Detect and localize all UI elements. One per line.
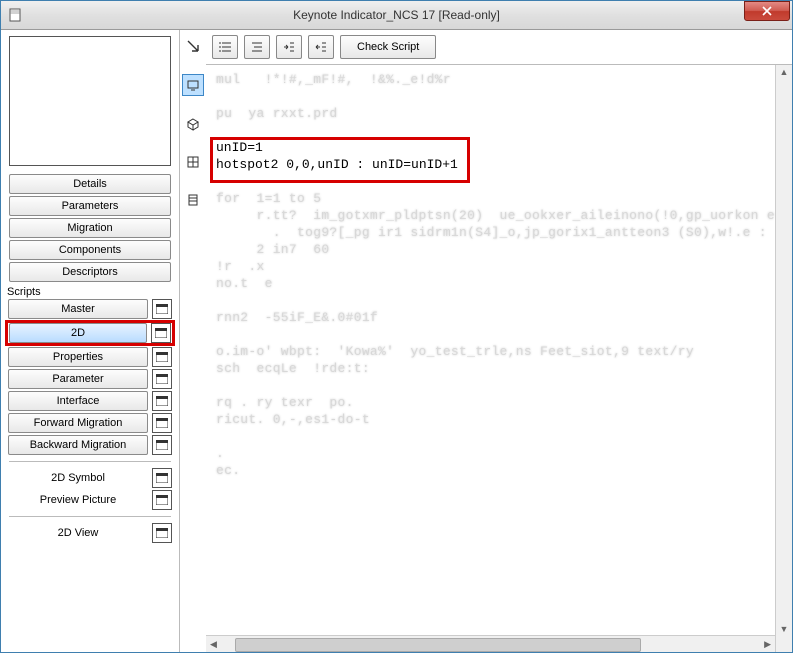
script-row-backward-migration: Backward Migration [1,435,179,455]
scroll-track[interactable] [221,637,760,651]
code-editor[interactable]: mul !*!#,_mF!#, !&%._e!d%r pu ya rxxt.pr… [206,65,792,635]
script-2d-button[interactable]: 2D [9,323,147,343]
open-window-icon[interactable] [152,468,172,488]
window-body: Details Parameters Migration Components … [1,30,792,652]
script-master-button[interactable]: Master [8,299,148,319]
script-row-interface: Interface [1,391,179,411]
code-blur: mul !*!#,_mF!#, !&%._e!d%r [216,72,451,87]
film-icon[interactable] [183,190,203,210]
script-type-strip [180,30,206,652]
scripts-section-label: Scripts [1,284,179,299]
scroll-thumb[interactable] [235,638,641,652]
check-script-button[interactable]: Check Script [340,35,436,59]
open-window-icon[interactable] [152,347,172,367]
view-row-preview-picture: Preview Picture [1,490,179,510]
category-buttons: Details Parameters Migration Components … [1,174,179,284]
toolbar-btn-2[interactable] [244,35,270,59]
script-row-master: Master [1,299,179,319]
script-forward-migration-button[interactable]: Forward Migration [8,413,148,433]
script-row-forward-migration: Forward Migration [1,413,179,433]
vertical-scrollbar[interactable]: ▲ ▼ [775,65,792,636]
editor-area: Check Script mul !*!#,_mF!#, !&%._e!d%r … [206,30,792,652]
view-preview-picture-button[interactable]: Preview Picture [8,491,148,509]
script-properties-button[interactable]: Properties [8,347,148,367]
scroll-corner [775,636,792,652]
scroll-right-arrow-icon[interactable]: ▶ [760,639,775,650]
view-row-2d-symbol: 2D Symbol [1,468,179,488]
grid-icon[interactable] [183,152,203,172]
script-backward-migration-button[interactable]: Backward Migration [8,435,148,455]
open-window-icon[interactable] [152,391,172,411]
right-body: Check Script mul !*!#,_mF!#, !&%._e!d%r … [180,30,792,652]
open-window-icon[interactable] [151,323,171,343]
details-button[interactable]: Details [9,174,171,194]
code-blur: rq . ry texr po. ricut. 0,-,es1-do-t [216,395,370,427]
script-row-2d: 2D [5,320,175,346]
open-window-icon[interactable] [152,523,172,543]
separator [9,461,171,462]
scroll-up-arrow-icon[interactable]: ▲ [780,65,789,79]
open-window-icon[interactable] [152,435,172,455]
title-bar: Keynote Indicator_NCS 17 [Read-only] [1,1,792,30]
window-title: Keynote Indicator_NCS 17 [Read-only] [1,8,792,22]
app-icon [7,7,23,23]
editor-wrap: mul !*!#,_mF!#, !&%._e!d%r pu ya rxxt.pr… [206,64,792,652]
descriptors-button[interactable]: Descriptors [9,262,171,282]
cube-icon[interactable] [183,114,203,134]
editor-toolbar: Check Script [206,30,792,64]
view-2d-view-button[interactable]: 2D View [8,524,148,542]
separator [9,516,171,517]
components-button[interactable]: Components [9,240,171,260]
open-window-icon[interactable] [152,413,172,433]
screen-icon[interactable] [182,74,204,96]
open-window-icon[interactable] [152,369,172,389]
code-blur: for 1=1 to 5 r.tt? im_gotxmr_pldptsn(20)… [216,191,792,291]
script-row-parameter: Parameter [1,369,179,389]
arrow-icon[interactable] [183,36,203,56]
view-2d-symbol-button[interactable]: 2D Symbol [8,469,148,487]
view-row-2d-view: 2D View [1,523,179,543]
code-blur: o.im-o' wbpt: 'Kowa%' yo_test_trle,ns Fe… [216,344,694,376]
preview-thumbnail [9,36,171,166]
code-blur: rnn2 -55iF_E&.0#01f [216,310,378,325]
script-interface-button[interactable]: Interface [8,391,148,411]
script-parameter-button[interactable]: Parameter [8,369,148,389]
migration-button[interactable]: Migration [9,218,171,238]
indent-right-icon[interactable] [276,35,302,59]
parameters-button[interactable]: Parameters [9,196,171,216]
scroll-left-arrow-icon[interactable]: ◀ [206,639,221,650]
code-blur: pu ya rxxt.prd [216,106,338,121]
code-highlight-box [210,137,470,183]
right-container: Check Script mul !*!#,_mF!#, !&%._e!d%r … [180,30,792,652]
left-panel: Details Parameters Migration Components … [1,30,180,652]
open-window-icon[interactable] [152,490,172,510]
app-window: Keynote Indicator_NCS 17 [Read-only] Det… [0,0,793,653]
scroll-down-arrow-icon[interactable]: ▼ [780,622,789,636]
toolbar-btn-1[interactable] [212,35,238,59]
horizontal-scrollbar[interactable]: ◀ ▶ [206,635,792,652]
indent-left-icon[interactable] [308,35,334,59]
code-blur: . ec. [216,446,248,478]
script-row-properties: Properties [1,347,179,367]
close-button[interactable] [744,1,790,21]
open-window-icon[interactable] [152,299,172,319]
